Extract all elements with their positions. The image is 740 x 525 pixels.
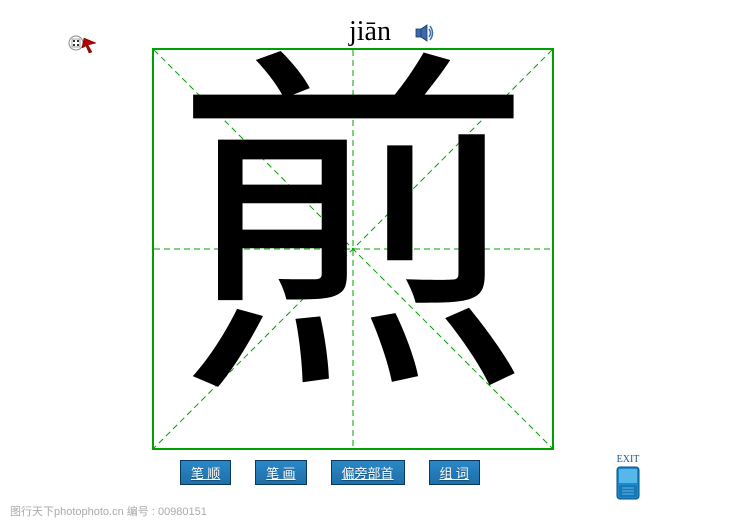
- exit-icon[interactable]: [616, 466, 640, 500]
- radical-button[interactable]: 偏旁部首: [331, 460, 405, 485]
- exit-area: EXIT: [616, 454, 640, 500]
- stroke-order-button[interactable]: 笔 顺: [180, 460, 231, 485]
- exit-label: EXIT: [616, 454, 640, 465]
- character-practice-box: 煎: [152, 48, 554, 450]
- button-bar: 笔 顺 笔 画 偏旁部首 组 词: [180, 460, 560, 485]
- chinese-character: 煎: [173, 55, 533, 415]
- watermark-text: 图行天下photophoto.cn 编号 : 00980151: [10, 503, 207, 519]
- strokes-button[interactable]: 笔 画: [255, 460, 306, 485]
- words-button[interactable]: 组 词: [429, 460, 480, 485]
- cursor-icon: [68, 32, 98, 54]
